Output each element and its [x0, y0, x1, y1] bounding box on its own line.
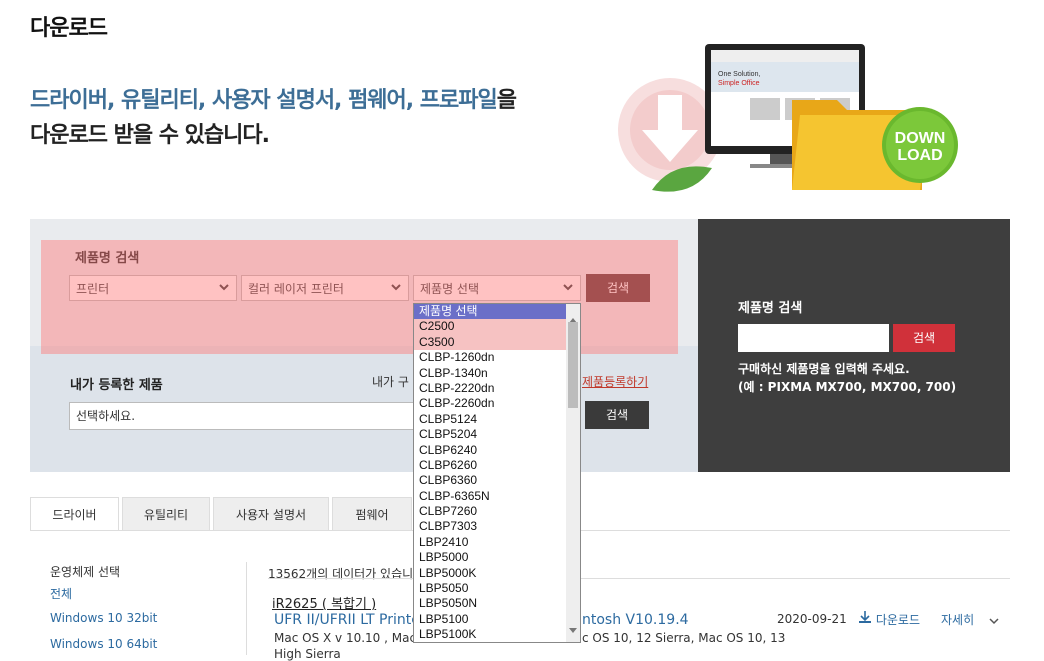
register-product-link[interactable]: 제품등록하기 — [582, 373, 648, 390]
tab-driver[interactable]: 드라이버 — [30, 497, 119, 531]
os-item-win10-32[interactable]: Windows 10 32bit — [50, 611, 157, 625]
result-download-button[interactable]: 다운로드 — [858, 610, 920, 628]
banner-art-icon: DOWN LOAD One Solution, Simple Office — [618, 44, 958, 192]
headline-tail: 을 — [496, 88, 517, 113]
headline-line-1: 드라이버, 유틸리티, 사용자 설명서, 펌웨어, 프로파일을 — [30, 82, 517, 114]
result-os-right: c OS 10, 12 Sierra, Mac OS 10, 13 — [582, 631, 786, 645]
os-select-title: 운영체제 선택 — [50, 565, 121, 579]
tab-manual[interactable]: 사용자 설명서 — [213, 497, 329, 531]
download-banner-illustration: DOWN LOAD One Solution, Simple Office — [600, 40, 1000, 200]
headline-highlight: 드라이버, 유틸리티, 사용자 설명서, 펌웨어, 프로파일 — [30, 88, 498, 113]
registered-info-text: 내가 구 — [372, 375, 409, 389]
screen-text-1: One Solution, — [718, 71, 760, 78]
screen-text-2: Simple Office — [718, 80, 760, 87]
headline-line-2: 다운로드 받을 수 있습니다. — [30, 123, 270, 148]
dropdown-option[interactable]: LBP5050 — [414, 581, 580, 596]
selection-highlight — [41, 240, 678, 354]
registered-search-button[interactable]: 검색 — [585, 401, 649, 429]
result-os-line2: High Sierra — [274, 647, 341, 661]
dropdown-option[interactable]: LBP5000 — [414, 550, 580, 565]
dropdown-option[interactable]: LBP5100K — [414, 627, 580, 642]
os-item-all[interactable]: 전체 — [50, 585, 72, 602]
result-name-right[interactable]: ntosh V10.19.4 — [582, 612, 689, 628]
registered-product-value: 선택하세요. — [76, 409, 136, 423]
quick-search-hint-2: (예 : PIXMA MX700, MX700, 700) — [738, 380, 957, 394]
result-date: 2020-09-21 — [777, 612, 847, 626]
dropdown-option[interactable]: LBP5100 — [414, 612, 580, 627]
dropdown-scroll-thumb[interactable] — [568, 322, 578, 408]
dropdown-option[interactable]: 제품명 선택 — [414, 304, 580, 320]
dropdown-option[interactable]: LBP5000K — [414, 566, 580, 581]
dropdown-option[interactable]: CLBP7303 — [414, 519, 580, 534]
download-label: 다운로드 — [875, 613, 920, 627]
dropdown-option[interactable]: CLBP6260 — [414, 458, 580, 473]
dropdown-option[interactable]: CLBP7260 — [414, 504, 580, 519]
dropdown-option[interactable]: CLBP-1260dn — [414, 350, 580, 365]
sidebar-divider — [246, 562, 247, 655]
result-product-link[interactable]: iR2625 ( 복합기 ) — [272, 593, 376, 612]
tab-utility[interactable]: 유틸리티 — [122, 497, 210, 531]
result-os-left: Mac OS X v 10.10 , Mac — [274, 631, 417, 645]
tab-firmware[interactable]: 펌웨어 — [332, 497, 412, 531]
dropdown-option[interactable]: C3500 — [414, 334, 580, 351]
dropdown-option[interactable]: CLBP6360 — [414, 473, 580, 488]
result-name-left[interactable]: UFR II/UFRII LT Printer — [274, 612, 426, 628]
dropdown-options: 제품명 선택 C2500 C3500 CLBP-1260dn CLBP-1340n CLB… — [414, 304, 580, 642]
dropdown-option[interactable]: LBP5050N — [414, 596, 580, 611]
dropdown-option[interactable]: LBP2410 — [414, 535, 580, 550]
result-detail-link[interactable]: 자세히 — [941, 611, 974, 628]
quick-search-label: 제품명 검색 — [738, 301, 803, 316]
dropdown-option[interactable]: CLBP6240 — [414, 443, 580, 458]
badge-line-2: LOAD — [897, 147, 942, 164]
dropdown-option[interactable]: CLBP5124 — [414, 412, 580, 427]
download-icon — [858, 611, 876, 627]
os-item-win10-64[interactable]: Windows 10 64bit — [50, 637, 157, 651]
quick-search-button[interactable]: 검색 — [893, 324, 955, 352]
badge-line-1: DOWN — [895, 130, 946, 147]
dropdown-option[interactable]: C2500 — [414, 319, 580, 335]
page-title: 다운로드 — [30, 16, 108, 41]
dropdown-option[interactable]: CLBP-2220dn — [414, 381, 580, 396]
registered-products-label: 내가 등록한 제품 — [70, 378, 163, 393]
dropdown-option[interactable]: CLBP5204 — [414, 427, 580, 442]
registered-product-select[interactable]: 선택하세요. — [69, 402, 419, 430]
dropdown-option[interactable]: CLBP-6365N — [414, 489, 580, 504]
quick-search-input[interactable] — [738, 324, 889, 352]
scroll-down-icon[interactable] — [569, 619, 577, 638]
dropdown-option[interactable]: CLBP-2260dn — [414, 396, 580, 411]
dropdown-option[interactable]: CLBP-1340n — [414, 366, 580, 381]
quick-search-hint-1: 구매하신 제품명을 입력해 주세요. — [738, 362, 910, 376]
results-divider — [268, 578, 1010, 579]
result-count: 13562개의 데이터가 있습니 — [268, 567, 414, 581]
product-dropdown-list[interactable]: 제품명 선택 C2500 C3500 CLBP-1260dn CLBP-1340n CLB… — [413, 303, 581, 643]
chevron-down-icon[interactable] — [988, 612, 1000, 631]
